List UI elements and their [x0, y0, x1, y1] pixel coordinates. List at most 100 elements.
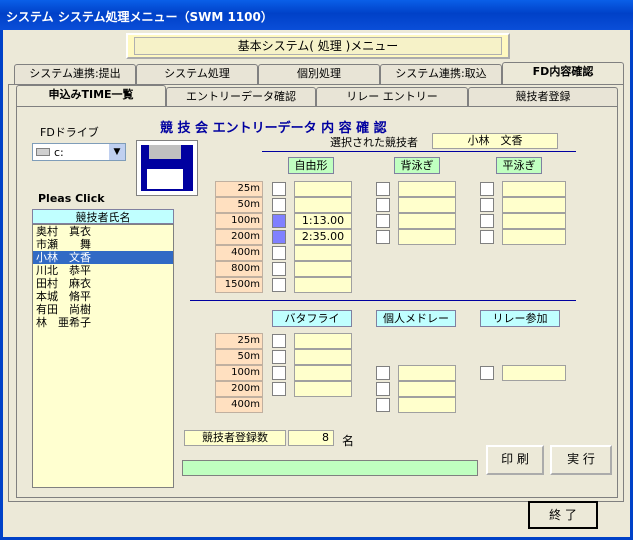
freestyle-grid: 1:13.00 2:35.00 — [272, 181, 352, 294]
pleas-click-label: Pleas Click — [38, 192, 105, 205]
tab-entry-time-list[interactable]: 申込みTIME一覧 — [16, 85, 166, 107]
backstroke-200-time[interactable] — [398, 229, 456, 245]
relay-field[interactable] — [502, 365, 566, 381]
breaststroke-grid — [480, 181, 566, 246]
freestyle-1500-checkbox[interactable] — [272, 278, 286, 292]
athlete-list-header: 競技者氏名 — [32, 209, 174, 224]
butterfly-200-time[interactable] — [294, 381, 352, 397]
list-item-selected[interactable]: 小林 文香 — [33, 251, 173, 264]
backstroke-25-checkbox[interactable] — [376, 182, 390, 196]
stroke-freestyle: 自由形 — [288, 157, 334, 174]
print-button[interactable]: 印 刷 — [486, 445, 544, 475]
breaststroke-200-checkbox[interactable] — [480, 230, 494, 244]
breaststroke-25-time[interactable] — [502, 181, 566, 197]
distance-label: 50m — [215, 349, 263, 365]
breaststroke-100-time[interactable] — [502, 213, 566, 229]
butterfly-100-checkbox[interactable] — [272, 366, 286, 380]
butterfly-25-time[interactable] — [294, 333, 352, 349]
chevron-down-icon[interactable]: ▼ — [109, 144, 125, 160]
freestyle-50-checkbox[interactable] — [272, 198, 286, 212]
floppy-disk-icon — [136, 140, 198, 196]
butterfly-25-checkbox[interactable] — [272, 334, 286, 348]
menu-title: 基本システム( 処理 )メニュー — [134, 37, 502, 55]
list-item[interactable]: 奥村 真衣 — [33, 225, 173, 238]
backstroke-200-checkbox[interactable] — [376, 230, 390, 244]
backstroke-50-checkbox[interactable] — [376, 198, 390, 212]
distance-label: 200m — [215, 381, 263, 397]
athlete-list[interactable]: 奥村 真衣 市瀬 舞 小林 文香 川北 恭平 田村 麻衣 本城 脩平 有田 尚樹… — [32, 224, 174, 488]
distance-label: 50m — [215, 197, 263, 213]
list-item[interactable]: 田村 麻衣 — [33, 277, 173, 290]
distance-label: 400m — [215, 245, 263, 261]
breaststroke-25-checkbox[interactable] — [480, 182, 494, 196]
distance-label: 100m — [215, 213, 263, 229]
freestyle-100-time[interactable]: 1:13.00 — [294, 213, 352, 229]
fd-drive-label: FDドライブ — [40, 126, 99, 139]
medley-100-time[interactable] — [398, 365, 456, 381]
backstroke-50-time[interactable] — [398, 197, 456, 213]
backstroke-25-time[interactable] — [398, 181, 456, 197]
freestyle-200-time[interactable]: 2:35.00 — [294, 229, 352, 245]
stroke-breaststroke: 平泳ぎ — [496, 157, 542, 174]
freestyle-50-time[interactable] — [294, 197, 352, 213]
freestyle-100-checkbox[interactable] — [272, 214, 286, 228]
distance-label: 100m — [215, 365, 263, 381]
freestyle-25-time[interactable] — [294, 181, 352, 197]
backstroke-100-time[interactable] — [398, 213, 456, 229]
stroke-individual-medley: 個人メドレー — [376, 310, 456, 327]
execute-button[interactable]: 実 行 — [550, 445, 612, 475]
tab-system-link-submit[interactable]: システム連携:提出 — [14, 64, 136, 84]
list-item[interactable]: 市瀬 舞 — [33, 238, 173, 251]
tab-system-link-import[interactable]: システム連携:取込 — [380, 64, 502, 84]
tab-entry-data-check[interactable]: エントリーデータ確認 — [166, 87, 316, 107]
medley-100-checkbox[interactable] — [376, 366, 390, 380]
distance-label: 400m — [215, 397, 263, 413]
freestyle-200-checkbox[interactable] — [272, 230, 286, 244]
tab-individual-process[interactable]: 個別処理 — [258, 64, 380, 84]
stroke-relay-participation: リレー参加 — [480, 310, 560, 327]
drive-icon — [36, 148, 50, 156]
stroke-backstroke: 背泳ぎ — [394, 157, 440, 174]
tab-fd-content-check[interactable]: FD内容確認 — [502, 62, 624, 84]
tab-athlete-registration[interactable]: 競技者登録 — [468, 87, 618, 107]
butterfly-50-checkbox[interactable] — [272, 350, 286, 364]
freestyle-25-checkbox[interactable] — [272, 182, 286, 196]
medley-200-checkbox[interactable] — [376, 382, 390, 396]
backstroke-100-checkbox[interactable] — [376, 214, 390, 228]
breaststroke-200-time[interactable] — [502, 229, 566, 245]
freestyle-800-checkbox[interactable] — [272, 262, 286, 276]
distance-column-bottom: 25m 50m 100m 200m 400m — [215, 333, 263, 413]
list-item[interactable]: 有田 尚樹 — [33, 303, 173, 316]
tab-relay-entry[interactable]: リレー エントリー — [316, 87, 468, 107]
selected-athlete-label: 選択された競技者 — [330, 136, 418, 149]
tab-system-process[interactable]: システム処理 — [136, 64, 258, 84]
medley-grid — [376, 365, 456, 414]
fd-drive-select[interactable]: c: ▼ — [32, 143, 126, 161]
breaststroke-100-checkbox[interactable] — [480, 214, 494, 228]
distance-label: 1500m — [215, 277, 263, 293]
athlete-count-value: 8 — [288, 430, 334, 446]
athlete-count-unit: 名 — [342, 434, 355, 448]
medley-400-checkbox[interactable] — [376, 398, 390, 412]
athlete-count-label: 競技者登録数 — [184, 430, 286, 446]
distance-label: 25m — [215, 181, 263, 197]
distance-label: 25m — [215, 333, 263, 349]
breaststroke-50-checkbox[interactable] — [480, 198, 494, 212]
end-button[interactable]: 終 了 — [528, 501, 598, 529]
medley-200-time[interactable] — [398, 381, 456, 397]
medley-400-time[interactable] — [398, 397, 456, 413]
freestyle-800-time[interactable] — [294, 261, 352, 277]
butterfly-100-time[interactable] — [294, 365, 352, 381]
list-item[interactable]: 本城 脩平 — [33, 290, 173, 303]
freestyle-400-checkbox[interactable] — [272, 246, 286, 260]
list-item[interactable]: 林 亜希子 — [33, 316, 173, 329]
backstroke-grid — [376, 181, 456, 246]
butterfly-200-checkbox[interactable] — [272, 382, 286, 396]
relay-checkbox[interactable] — [480, 366, 494, 380]
freestyle-1500-time[interactable] — [294, 277, 352, 293]
butterfly-50-time[interactable] — [294, 349, 352, 365]
list-item[interactable]: 川北 恭平 — [33, 264, 173, 277]
freestyle-400-time[interactable] — [294, 245, 352, 261]
breaststroke-50-time[interactable] — [502, 197, 566, 213]
separator — [262, 151, 576, 152]
